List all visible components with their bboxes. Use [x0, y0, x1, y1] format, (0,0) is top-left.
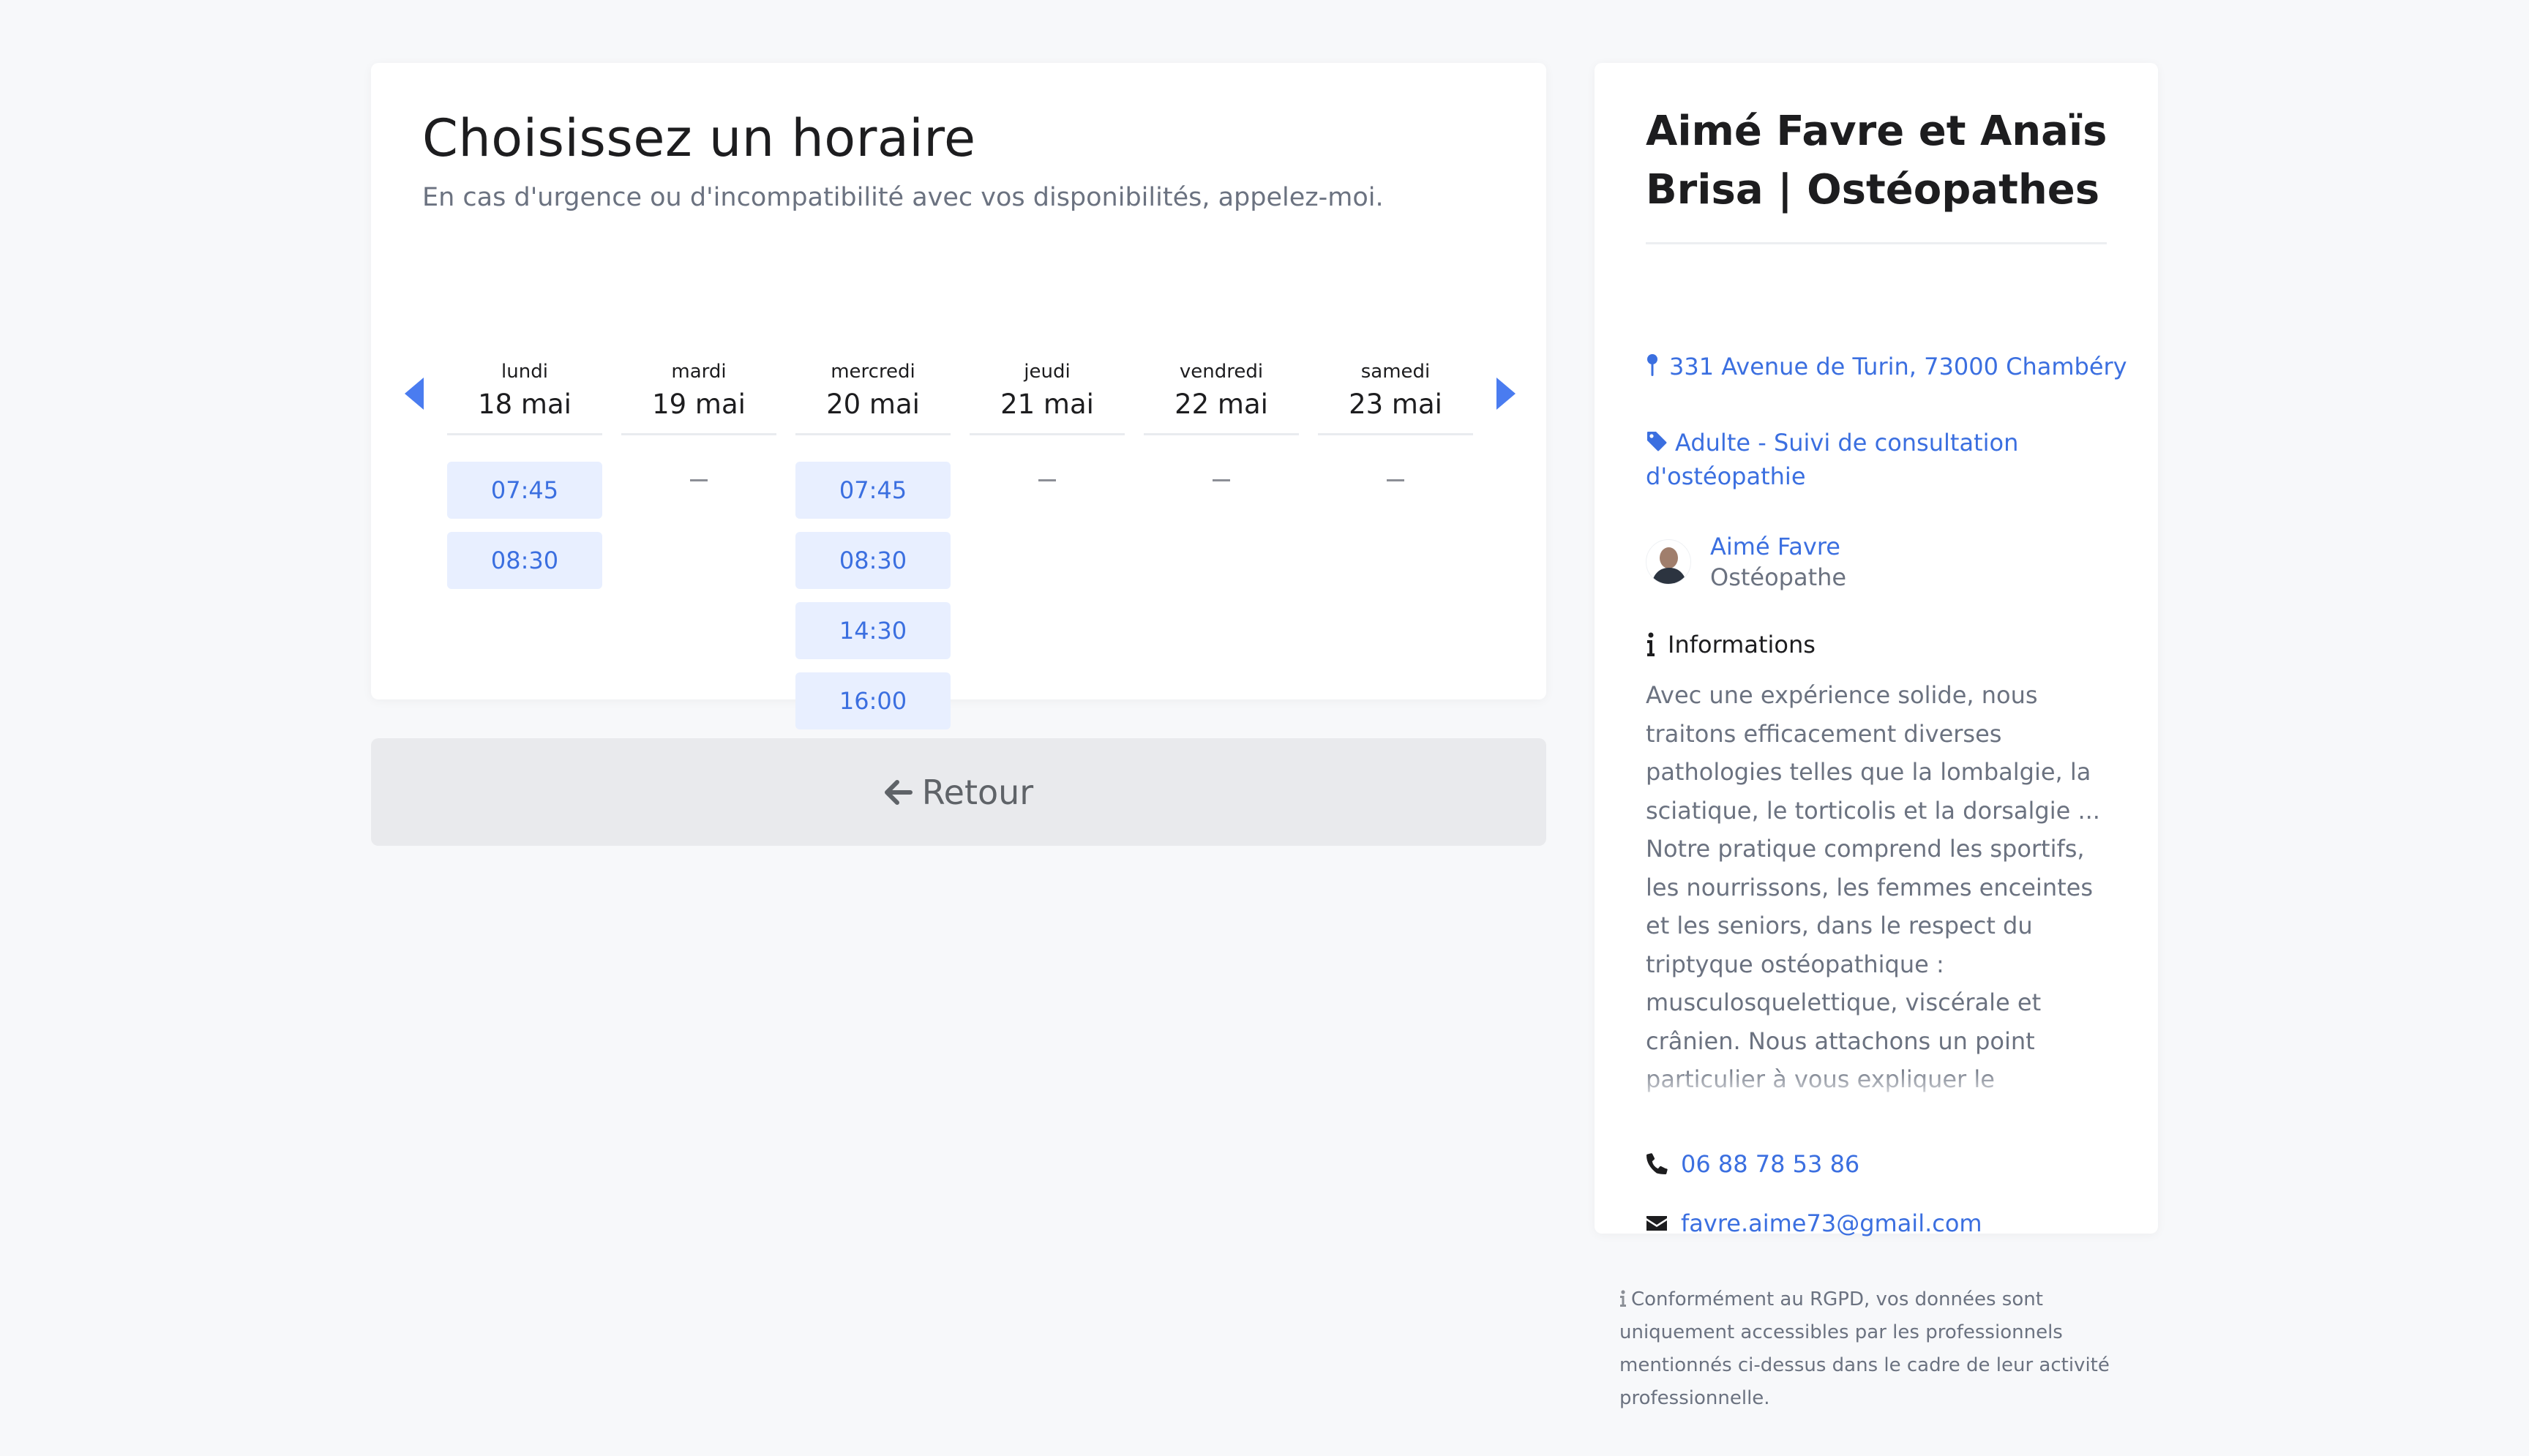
day-name: jeudi — [1024, 361, 1071, 383]
informations-text: Avec une expérience solide, nous traiton… — [1646, 676, 2107, 1111]
time-slot-list: 07:45 08:30 — [447, 462, 602, 602]
day-divider — [795, 433, 951, 435]
phone-icon — [1646, 1153, 1668, 1175]
address-text: 331 Avenue de Turin, 73000 Chambéry — [1669, 353, 2127, 380]
day-divider — [1318, 433, 1473, 435]
time-slot-button[interactable]: 07:45 — [447, 462, 602, 519]
day-column-jeudi: jeudi 21 mai — [970, 359, 1125, 481]
caret-left-icon — [405, 378, 424, 410]
phone-number: 06 88 78 53 86 — [1681, 1150, 1860, 1178]
back-button-label: Retour — [921, 772, 1034, 812]
address-link[interactable]: 331 Avenue de Turin, 73000 Chambéry — [1646, 350, 2127, 383]
schedule-card: Choisissez un horaire En cas d'urgence o… — [371, 63, 1546, 729]
service-text: Adulte - Suivi de consultation d'ostéopa… — [1646, 429, 2019, 490]
day-date: 20 mai — [826, 389, 920, 420]
time-slot-button[interactable]: 14:30 — [795, 602, 951, 659]
email-address: favre.aime73@gmail.com — [1681, 1209, 1982, 1237]
day-column-lundi: lundi 18 mai 07:45 08:30 — [447, 359, 602, 602]
day-column-mercredi: mercredi 20 mai 07:45 08:30 14:30 16:00 — [795, 359, 951, 743]
page-title: Choisissez un horaire — [422, 108, 976, 168]
practitioner-profile: Aimé Favre Ostéopathe — [1646, 531, 1846, 593]
no-availability-dash — [690, 479, 708, 481]
day-column-mardi: mardi 19 mai — [621, 359, 776, 481]
practitioner-card: Aimé Favre et Anaïs Brisa | Ostéopathes … — [1595, 63, 2158, 1237]
day-divider — [970, 433, 1125, 435]
back-button[interactable]: Retour — [371, 738, 1546, 846]
practitioner-name[interactable]: Aimé Favre — [1710, 531, 1846, 562]
informations-heading: Informations — [1646, 631, 1816, 658]
caret-right-icon — [1496, 378, 1515, 410]
next-week-button[interactable] — [1495, 376, 1517, 411]
no-availability-dash — [1038, 479, 1056, 481]
info-icon — [1619, 1290, 1627, 1307]
day-name: vendredi — [1179, 361, 1264, 383]
arrow-left-icon — [884, 778, 913, 807]
previous-week-button[interactable] — [403, 376, 425, 411]
page-subtitle: En cas d'urgence ou d'incompatibilité av… — [422, 183, 1384, 212]
informations-paragraph: Avec une expérience solide, nous traiton… — [1646, 681, 2100, 1111]
rgpd-text: Conformément au RGPD, vos données sont u… — [1619, 1288, 2110, 1409]
day-date: 18 mai — [478, 389, 572, 420]
day-column-samedi: samedi 23 mai — [1318, 359, 1473, 481]
day-date: 23 mai — [1349, 389, 1442, 420]
practitioner-role: Ostéopathe — [1710, 563, 1847, 591]
day-date: 21 mai — [1000, 389, 1094, 420]
time-slot-list — [1144, 462, 1299, 481]
time-slot-button[interactable]: 08:30 — [447, 532, 602, 589]
no-availability-dash — [1213, 479, 1230, 481]
time-slot-button[interactable]: 08:30 — [795, 532, 951, 589]
time-slot-button[interactable]: 07:45 — [795, 462, 951, 519]
day-date: 19 mai — [652, 389, 746, 420]
practitioner-title: Aimé Favre et Anaïs Brisa | Ostéopathes — [1646, 108, 2108, 214]
time-slot-list: 07:45 08:30 14:30 16:00 — [795, 462, 951, 743]
day-divider — [1144, 433, 1299, 435]
day-column-vendredi: vendredi 22 mai — [1144, 359, 1299, 481]
info-icon — [1646, 632, 1656, 657]
divider — [1646, 242, 2107, 244]
time-slot-list — [1318, 462, 1473, 481]
time-slot-list — [621, 462, 776, 481]
service-link[interactable]: Adulte - Suivi de consultation d'ostéopa… — [1646, 426, 2099, 493]
phone-link[interactable]: 06 88 78 53 86 — [1646, 1150, 1859, 1178]
time-slot-button[interactable]: 16:00 — [795, 672, 951, 729]
day-name: samedi — [1360, 361, 1431, 383]
day-name: mardi — [671, 361, 727, 383]
time-slot-list — [970, 462, 1125, 481]
day-date: 22 mai — [1174, 389, 1268, 420]
no-availability-dash — [1387, 479, 1404, 481]
email-link[interactable]: favre.aime73@gmail.com — [1646, 1209, 1982, 1237]
map-pin-icon — [1646, 353, 1659, 377]
text-fade — [1646, 1067, 2107, 1111]
envelope-icon — [1646, 1212, 1668, 1234]
avatar — [1646, 539, 1691, 585]
tag-icon — [1646, 430, 1668, 452]
rgpd-notice: Conformément au RGPD, vos données sont u… — [1619, 1283, 2132, 1415]
day-name: lundi — [501, 361, 548, 383]
day-name: mercredi — [831, 361, 915, 383]
day-divider — [621, 433, 776, 435]
day-divider — [447, 433, 602, 435]
informations-label: Informations — [1668, 631, 1816, 658]
